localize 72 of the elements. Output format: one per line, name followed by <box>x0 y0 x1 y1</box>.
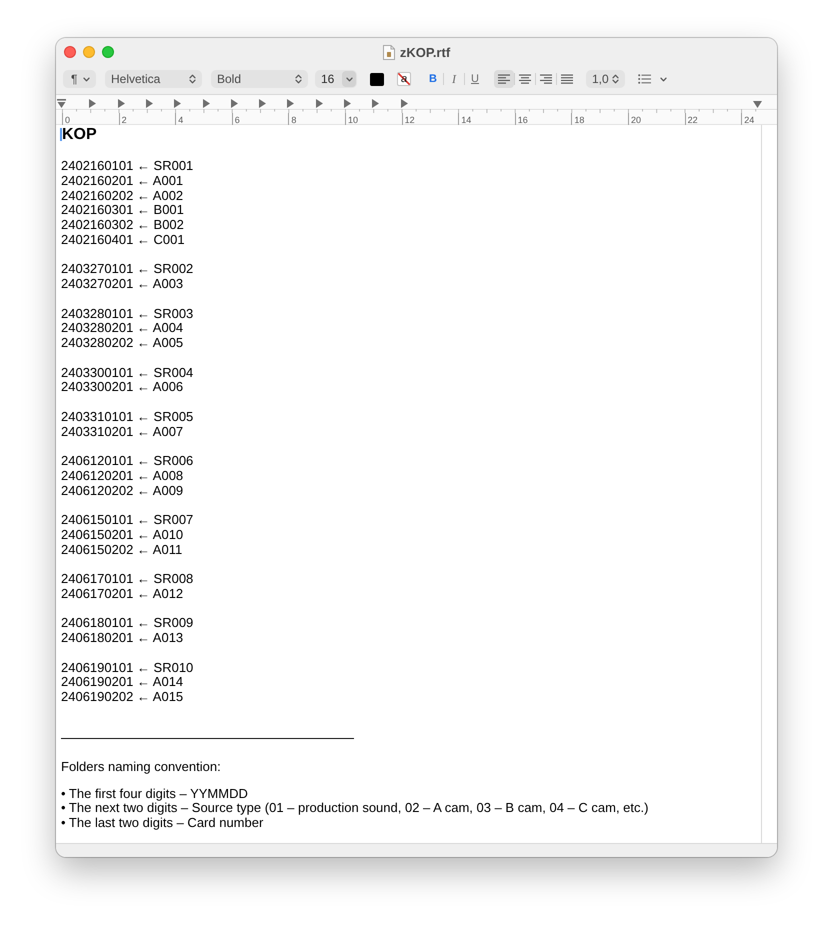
text-line: 2402160201 ← A001 <box>61 174 184 188</box>
chevron-down-icon <box>83 76 90 82</box>
tab-stop-icon[interactable] <box>230 99 238 108</box>
document-icon <box>382 44 395 60</box>
tab-stop-icon[interactable] <box>259 99 266 108</box>
tab-stop-icon[interactable] <box>372 99 380 108</box>
list-item-text: • The last two digits – Card number <box>61 816 264 831</box>
tab-stop-icon[interactable] <box>89 99 96 108</box>
line-spacing-popup[interactable]: 1,0 <box>586 70 625 88</box>
text-line: 2402160101 ← SR001 <box>61 159 194 174</box>
paragraph-style-popup[interactable]: ¶ <box>63 70 96 88</box>
zoom-button[interactable] <box>102 46 114 58</box>
list-icon <box>638 74 651 84</box>
text-line: 2406180101 ← SR009 <box>61 616 194 631</box>
text-color-swatch[interactable] <box>370 72 384 86</box>
text-line: 2403280101 ← SR003 <box>61 306 194 322</box>
tab-stop-icon[interactable] <box>202 99 210 108</box>
text-line: 2406190101 ← SR010 <box>61 660 194 676</box>
dropdown-button[interactable] <box>342 71 356 87</box>
text-line: 2406120202 ← A009 <box>61 484 184 498</box>
tab-stop-icon[interactable] <box>316 99 323 108</box>
text-line: 2403300201 ← A006 <box>61 380 184 395</box>
align-center-icon <box>519 74 531 84</box>
text-cursor <box>60 128 62 141</box>
text-line: 2406190201 ← A014 <box>61 675 184 690</box>
text-line: 2402160202 ← A002 <box>61 188 184 204</box>
text-line: 2406120101 ← SR006 <box>61 454 194 469</box>
align-left-button[interactable] <box>494 70 514 88</box>
text-line: 2403310101 ← SR005 <box>61 410 194 424</box>
text-line: 2402160302 ← B002 <box>61 218 184 233</box>
chevron-down-icon <box>660 76 667 82</box>
text-line: 2406150101 ← SR007 <box>61 513 194 528</box>
bold-button[interactable]: B <box>423 70 443 88</box>
text-line: 2403300101 ← SR004 <box>61 366 194 380</box>
chevron-down-icon <box>346 76 352 82</box>
text-line: 2402160401 ← C001 <box>61 232 185 248</box>
text-line: 2406120201 ← A008 <box>61 468 184 484</box>
typeface-popup[interactable]: Bold <box>211 70 308 88</box>
italic-button[interactable]: I <box>444 70 464 88</box>
close-button[interactable] <box>64 46 76 58</box>
align-right-icon <box>540 74 552 84</box>
text-line: 2406180201 ← A013 <box>61 631 184 646</box>
text-line: 2403280202 ← A005 <box>61 336 184 351</box>
text-line: 2406150201 ← A010 <box>61 528 184 542</box>
font-family-popup[interactable]: Helvetica <box>105 70 202 88</box>
indent-marker-icon[interactable] <box>57 99 66 109</box>
tab-stop-icon[interactable] <box>400 99 408 108</box>
list-item-text: • The first four digits – YYMMDD <box>61 786 248 802</box>
justify-icon <box>561 74 573 84</box>
paragraph-text: Folders naming convention: <box>61 760 221 774</box>
text-line: 2403310201 ← A007 <box>61 424 184 440</box>
up-down-chevron-icon <box>189 74 196 84</box>
text-line: 2406150202 ← A011 <box>61 542 182 558</box>
tab-stop-icon[interactable] <box>118 99 125 108</box>
tab-stop-icon[interactable] <box>174 99 182 108</box>
tab-stop-icon[interactable] <box>344 99 351 108</box>
document-heading: KOP <box>62 125 97 144</box>
up-down-chevron-icon <box>612 74 619 84</box>
window-title: zKOP.rtf <box>400 44 450 60</box>
text-line: 2406170101 ← SR008 <box>61 572 194 587</box>
list-item-text: • The next two digits – Source type (01 – production sound, 02 – A cam, 03 – B cam, 04 – C cam, etc.) <box>61 801 648 816</box>
tab-stop-icon[interactable] <box>146 99 153 108</box>
text-line: 2402160301 ← B001 <box>61 203 184 218</box>
tab-stop-icon[interactable] <box>287 99 294 108</box>
up-down-chevron-icon <box>295 74 302 84</box>
text-line: 2403280201 ← A004 <box>61 321 184 336</box>
text-line: 2403270101 ← SR002 <box>61 262 194 277</box>
text-line: 2406170201 ← A012 <box>61 586 184 602</box>
text-line: 2406190202 ← A015 <box>61 690 184 705</box>
underline-button[interactable]: U <box>465 70 485 88</box>
align-left-icon <box>498 74 510 84</box>
text-line: 2403270201 ← A003 <box>61 277 184 292</box>
